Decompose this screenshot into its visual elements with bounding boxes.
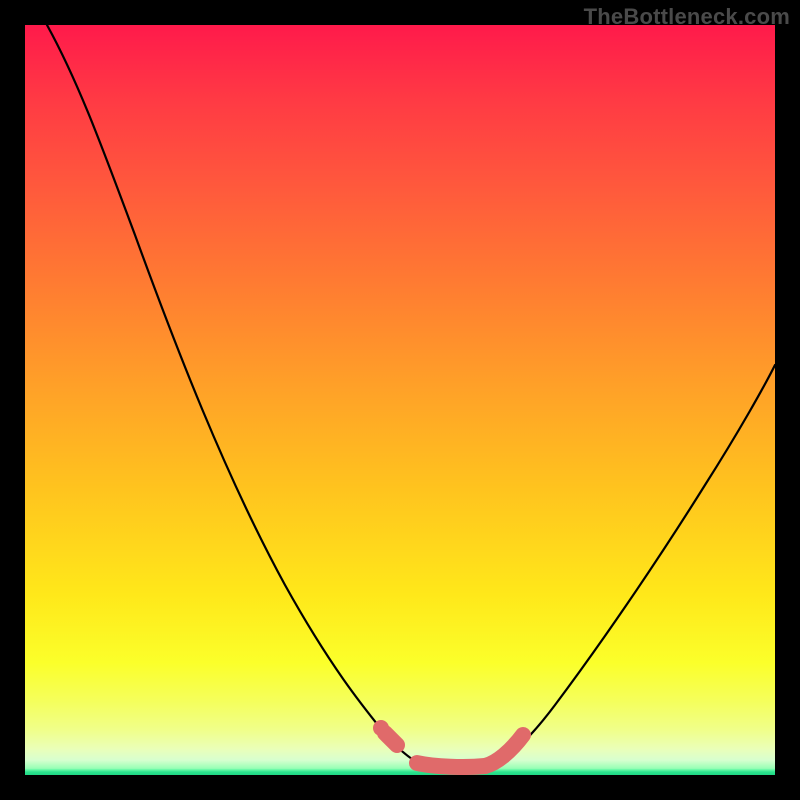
accent-right-rise bbox=[485, 735, 523, 766]
curve-layer bbox=[25, 25, 775, 775]
accent-left-segment bbox=[385, 733, 397, 745]
accent-floor-segment bbox=[417, 763, 485, 767]
chart-stage: TheBottleneck.com bbox=[0, 0, 800, 800]
curve-right-branch bbox=[485, 365, 775, 767]
plot-area bbox=[25, 25, 775, 775]
curve-left-branch bbox=[47, 25, 423, 765]
watermark-text: TheBottleneck.com bbox=[584, 4, 790, 30]
